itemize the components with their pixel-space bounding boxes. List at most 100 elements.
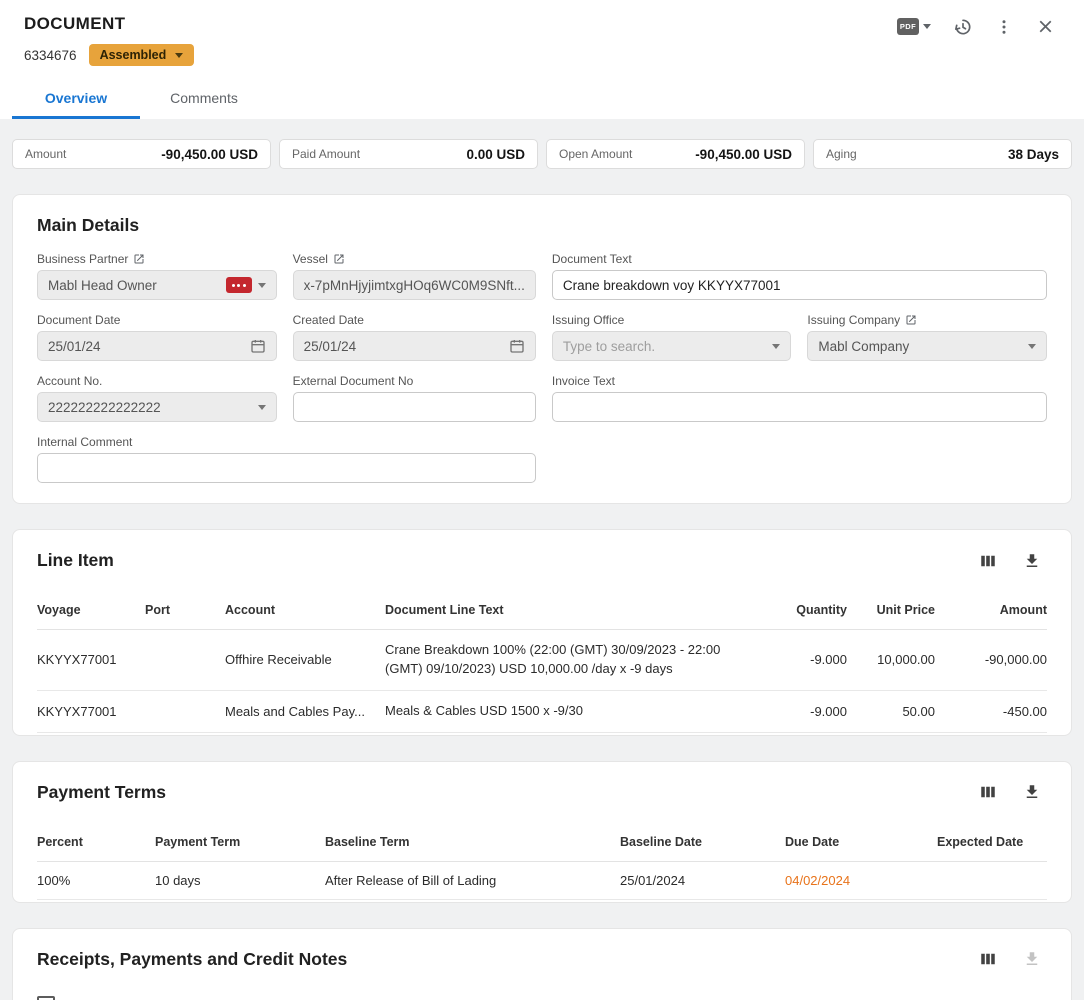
col-expected-date: Expected Date xyxy=(937,813,1047,862)
issuing-office-placeholder: Type to search. xyxy=(563,339,767,354)
created-date-field: Created Date 25/01/24 xyxy=(293,313,536,361)
cell-baseline-date: 25/01/2024 xyxy=(620,861,785,899)
summary-card-amount: Amount -90,450.00 USD xyxy=(12,139,271,169)
more-vertical-icon xyxy=(995,18,1013,36)
document-text-input[interactable] xyxy=(552,270,1047,300)
cell-document-line-text: Meals & Cables USD 1500 x -9/30 xyxy=(385,690,757,732)
issuing-office-label: Issuing Office xyxy=(552,313,624,327)
close-button[interactable] xyxy=(1035,16,1056,37)
issuing-office-field: Issuing Office Type to search. xyxy=(552,313,792,361)
col-payment-term: Payment Term xyxy=(155,813,325,862)
payment-terms-row[interactable]: 100% 10 days After Release of Bill of La… xyxy=(37,861,1047,899)
cell-amount: -90,000.00 xyxy=(935,630,1047,691)
chevron-down-icon xyxy=(175,53,183,58)
issuing-company-value: Mabl Company xyxy=(818,339,1022,354)
cell-quantity: -9.000 xyxy=(757,630,847,691)
download-icon xyxy=(1023,552,1041,570)
col-voyage: Voyage xyxy=(37,581,145,630)
receipts-title: Receipts, Payments and Credit Notes xyxy=(37,949,347,970)
col-document-date: Document Date xyxy=(430,980,687,1000)
receipts-table: Document No Document Date Document Type … xyxy=(37,980,1047,1000)
chevron-down-icon xyxy=(258,283,266,288)
document-date-field: Document Date 25/01/24 xyxy=(37,313,277,361)
invoice-text-input[interactable] xyxy=(552,392,1047,422)
download-button[interactable] xyxy=(1023,552,1041,570)
summary-label: Paid Amount xyxy=(292,147,360,161)
external-document-no-input[interactable] xyxy=(293,392,536,422)
col-select xyxy=(37,980,195,1000)
summary-card-paid-amount: Paid Amount 0.00 USD xyxy=(279,139,538,169)
column-settings-button[interactable] xyxy=(979,950,997,968)
created-date-value: 25/01/24 xyxy=(304,339,503,354)
pdf-icon: PDF xyxy=(897,18,919,35)
cell-quantity: -9.000 xyxy=(757,690,847,732)
col-due-date: Due Date xyxy=(785,813,937,862)
document-date-label: Document Date xyxy=(37,313,120,327)
cell-due-date: 04/02/2024 xyxy=(785,861,937,899)
business-partner-field: Business Partner Mabl Head Owner xyxy=(37,252,277,300)
account-no-select: 222222222222222 xyxy=(37,392,277,422)
summary-value: 0.00 USD xyxy=(466,147,525,162)
invoice-text-label: Invoice Text xyxy=(552,374,615,388)
cell-unit-price: 50.00 xyxy=(847,690,935,732)
cell-document-line-text: Crane Breakdown 100% (22:00 (GMT) 30/09/… xyxy=(385,630,757,691)
internal-comment-label: Internal Comment xyxy=(37,435,132,449)
status-badge[interactable]: Assembled xyxy=(89,44,195,66)
external-link-icon[interactable] xyxy=(905,314,917,326)
external-link-icon[interactable] xyxy=(333,253,345,265)
calendar-icon xyxy=(509,338,525,354)
cell-voyage: KKYYX77001 xyxy=(37,690,145,732)
main-details-section: Main Details Business Partner Mabl Head … xyxy=(12,194,1072,504)
close-icon xyxy=(1035,16,1056,37)
summary-cards: Amount -90,450.00 USD Paid Amount 0.00 U… xyxy=(12,139,1072,169)
page-title: DOCUMENT xyxy=(24,14,125,34)
pdf-export-button[interactable]: PDF xyxy=(897,18,931,35)
payment-terms-section: Payment Terms xyxy=(12,761,1072,903)
payment-terms-title: Payment Terms xyxy=(37,782,166,803)
internal-comment-input[interactable] xyxy=(37,453,536,483)
download-button[interactable] xyxy=(1023,783,1041,801)
column-settings-button[interactable] xyxy=(979,552,997,570)
external-document-no-label: External Document No xyxy=(293,374,414,388)
summary-value: -90,450.00 USD xyxy=(161,147,258,162)
created-date-label: Created Date xyxy=(293,313,364,327)
document-body: Amount -90,450.00 USD Paid Amount 0.00 U… xyxy=(0,119,1084,1000)
cell-account: Meals and Cables Pay... xyxy=(225,690,385,732)
status-badge-label: Assembled xyxy=(100,48,167,62)
col-percent: Percent xyxy=(37,813,155,862)
issuing-office-select: Type to search. xyxy=(552,331,792,361)
tab-bar: Overview Comments xyxy=(12,79,1060,119)
summary-label: Amount xyxy=(25,147,66,161)
external-link-icon[interactable] xyxy=(133,253,145,265)
col-amount: Amount xyxy=(935,980,1047,1000)
document-date-value: 25/01/24 xyxy=(48,339,244,354)
line-item-row[interactable]: KKYYX77001 Offhire Receivable Crane Brea… xyxy=(37,630,1047,691)
vessel-input: x-7pMnHjyjimtxgHOq6WC0M9SNft... xyxy=(293,270,536,300)
history-button[interactable] xyxy=(953,17,973,37)
more-menu-button[interactable] xyxy=(995,18,1013,36)
chevron-down-icon xyxy=(1028,344,1036,349)
tab-overview[interactable]: Overview xyxy=(12,79,140,119)
issuing-company-field: Issuing Company Mabl Company xyxy=(807,313,1047,361)
tab-comments[interactable]: Comments xyxy=(140,79,268,119)
header-toolbar: PDF xyxy=(897,16,1060,37)
col-account: Account xyxy=(225,581,385,630)
cell-percent: 100% xyxy=(37,861,155,899)
cell-baseline-term: After Release of Bill of Lading xyxy=(325,861,620,899)
col-amount: Amount xyxy=(935,581,1047,630)
line-item-row[interactable]: KKYYX77001 Meals and Cables Pay... Meals… xyxy=(37,690,1047,732)
cell-account: Offhire Receivable xyxy=(225,630,385,691)
external-document-no-field: External Document No xyxy=(293,374,536,422)
select-all-checkbox[interactable] xyxy=(37,996,55,1000)
line-item-table: Voyage Port Account Document Line Text Q… xyxy=(37,581,1047,733)
business-partner-select[interactable]: Mabl Head Owner xyxy=(37,270,277,300)
col-document-no: Document No xyxy=(195,980,430,1000)
account-no-label: Account No. xyxy=(37,374,102,388)
col-quantity: Quantity xyxy=(757,581,847,630)
partner-flag-icon xyxy=(226,277,252,293)
business-partner-label: Business Partner xyxy=(37,252,128,266)
column-settings-button[interactable] xyxy=(979,783,997,801)
summary-value: 38 Days xyxy=(1008,147,1059,162)
payment-terms-header-row: Percent Payment Term Baseline Term Basel… xyxy=(37,813,1047,862)
summary-label: Aging xyxy=(826,147,857,161)
